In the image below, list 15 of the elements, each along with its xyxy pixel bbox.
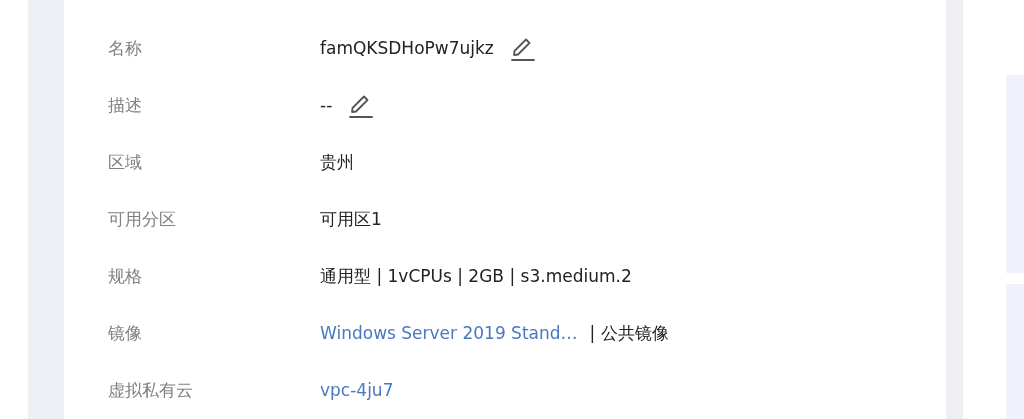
field-value: famQKSDHoPw7ujkz: [320, 36, 494, 60]
field-value: 通用型 | 1vCPUs | 2GB | s3.medium.2: [320, 264, 632, 288]
field-value: 贵州: [320, 150, 354, 174]
field-label: 可用分区: [108, 207, 177, 231]
field-label: 名称: [108, 36, 143, 60]
field-label: 镜像: [108, 321, 143, 345]
field-link[interactable]: vpc-4ju7: [320, 377, 394, 404]
field-label: 规格: [108, 264, 143, 288]
field-label: 虚拟私有云: [108, 378, 194, 402]
field-value: 可用区1: [320, 207, 382, 231]
field-link[interactable]: Windows Server 2019 Stand…: [320, 320, 578, 347]
field-label: 区域: [108, 150, 143, 174]
field-label: 描述: [108, 93, 143, 117]
field-value: | 公共镜像: [589, 321, 669, 345]
field-value: --: [320, 93, 333, 117]
